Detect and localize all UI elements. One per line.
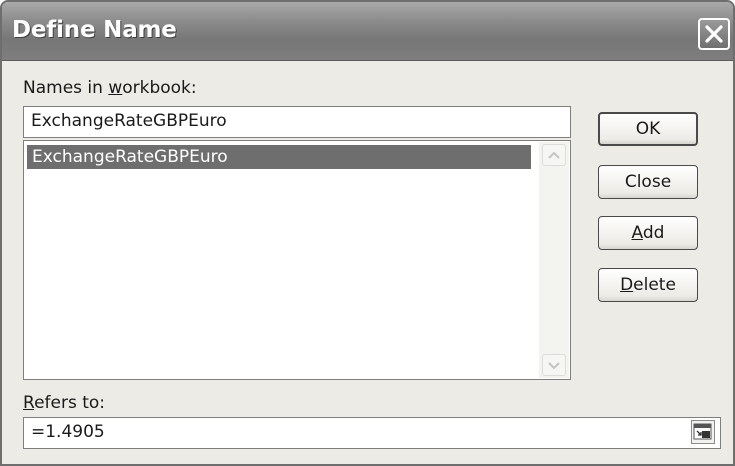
name-input[interactable]: ExchangeRateGBPEuro (23, 106, 571, 138)
list-item[interactable]: ExchangeRateGBPEuro (27, 145, 531, 169)
collapse-dialog-icon[interactable] (691, 420, 715, 444)
names-in-workbook-label: Names in workbook: (23, 78, 197, 98)
names-list[interactable]: ExchangeRateGBPEuro (23, 140, 571, 380)
close-icon[interactable] (698, 18, 730, 50)
add-button[interactable]: Add (598, 216, 698, 250)
chevron-up-icon (543, 145, 565, 165)
refers-to-label: Refers to: (23, 393, 106, 413)
title-bar[interactable]: Define Name (2, 2, 733, 61)
refers-to-input[interactable]: =1.4905 (23, 417, 721, 449)
delete-button[interactable]: Delete (598, 268, 698, 302)
list-scrollbar[interactable] (539, 142, 569, 378)
dialog-title: Define Name (12, 17, 177, 43)
define-name-dialog: Define Name Names in workbook: ExchangeR… (0, 0, 735, 466)
close-button[interactable]: Close (598, 165, 698, 199)
ok-button[interactable]: OK (598, 112, 698, 146)
scroll-up-button[interactable] (542, 144, 566, 166)
scroll-down-button[interactable] (542, 354, 566, 376)
chevron-down-icon (543, 355, 565, 375)
